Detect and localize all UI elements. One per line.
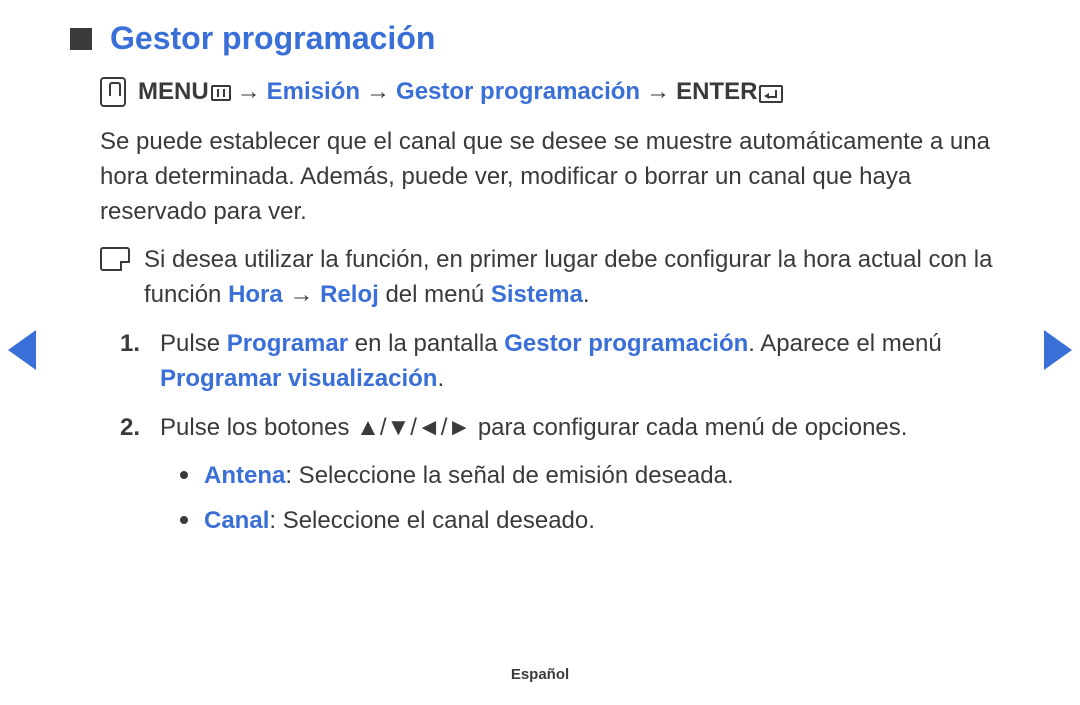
link-reloj: Reloj — [320, 281, 379, 308]
note-icon — [100, 247, 130, 271]
note-text-end: . — [583, 281, 590, 308]
direction-arrows-icon: ▲/▼/◄/► — [356, 414, 471, 441]
bullet-canal-text: Canal: Seleccione el canal deseado. — [204, 504, 595, 539]
note-row: Si desea utilizar la función, en primer … — [60, 243, 1020, 313]
hand-icon — [100, 77, 126, 107]
menu-label: MENU — [138, 78, 209, 106]
note-text: Si desea utilizar la función, en primer … — [144, 243, 1020, 313]
text-fragment: . Aparece el menú — [748, 330, 941, 357]
text-fragment: : Seleccione la señal de emisión deseada… — [285, 462, 733, 489]
text-fragment: para configurar cada menú de opciones. — [471, 414, 907, 441]
nav-prev-icon[interactable] — [8, 330, 36, 370]
step-number: 1. — [120, 327, 146, 362]
bullet-icon — [180, 471, 188, 479]
text-fragment: en la pantalla — [348, 330, 504, 357]
arrow-icon: → — [289, 281, 313, 308]
step-2: 2. Pulse los botones ▲/▼/◄/► para config… — [60, 411, 1020, 446]
bullet-canal: Canal: Seleccione el canal deseado. — [60, 504, 1020, 539]
section-title: Gestor programación — [110, 20, 435, 57]
text-fragment: : Seleccione el canal deseado. — [269, 507, 595, 534]
section-title-row: Gestor programación — [60, 20, 1020, 57]
nav-next-icon[interactable] — [1044, 330, 1072, 370]
arrow-icon: → — [640, 78, 676, 106]
footer-language: Español — [0, 666, 1080, 683]
step-2-text: Pulse los botones ▲/▼/◄/► para configura… — [160, 411, 907, 446]
arrow-icon: → — [360, 78, 396, 106]
link-programar-visualizacion: Programar visualización — [160, 365, 437, 392]
path-link-gestor: Gestor programación — [396, 78, 640, 106]
text-fragment: . — [437, 365, 444, 392]
arrow-icon: → — [231, 78, 267, 106]
text-fragment: Pulse — [160, 330, 227, 357]
text-fragment: Pulse los botones — [160, 414, 356, 441]
step-1-text: Pulse Programar en la pantalla Gestor pr… — [160, 327, 1020, 397]
label-canal: Canal — [204, 507, 269, 534]
bullet-antena: Antena: Seleccione la señal de emisión d… — [60, 459, 1020, 494]
enter-label: ENTER — [676, 78, 757, 106]
section-bullet-icon — [70, 28, 92, 50]
note-text-mid: del menú — [379, 281, 491, 308]
label-antena: Antena — [204, 462, 285, 489]
description-paragraph: Se puede establecer que el canal que se … — [60, 125, 1020, 229]
link-programar: Programar — [227, 330, 348, 357]
link-sistema: Sistema — [491, 281, 583, 308]
enter-key-icon — [759, 85, 783, 103]
bullet-icon — [180, 516, 188, 524]
path-link-emision: Emisión — [267, 78, 360, 106]
menu-grid-icon — [211, 85, 231, 101]
link-hora: Hora — [228, 281, 283, 308]
step-1: 1. Pulse Programar en la pantalla Gestor… — [60, 327, 1020, 397]
bullet-antena-text: Antena: Seleccione la señal de emisión d… — [204, 459, 734, 494]
link-gestor-programacion: Gestor programación — [504, 330, 748, 357]
step-number: 2. — [120, 411, 146, 446]
menu-path: MENU → Emisión → Gestor programación → E… — [60, 77, 1020, 107]
